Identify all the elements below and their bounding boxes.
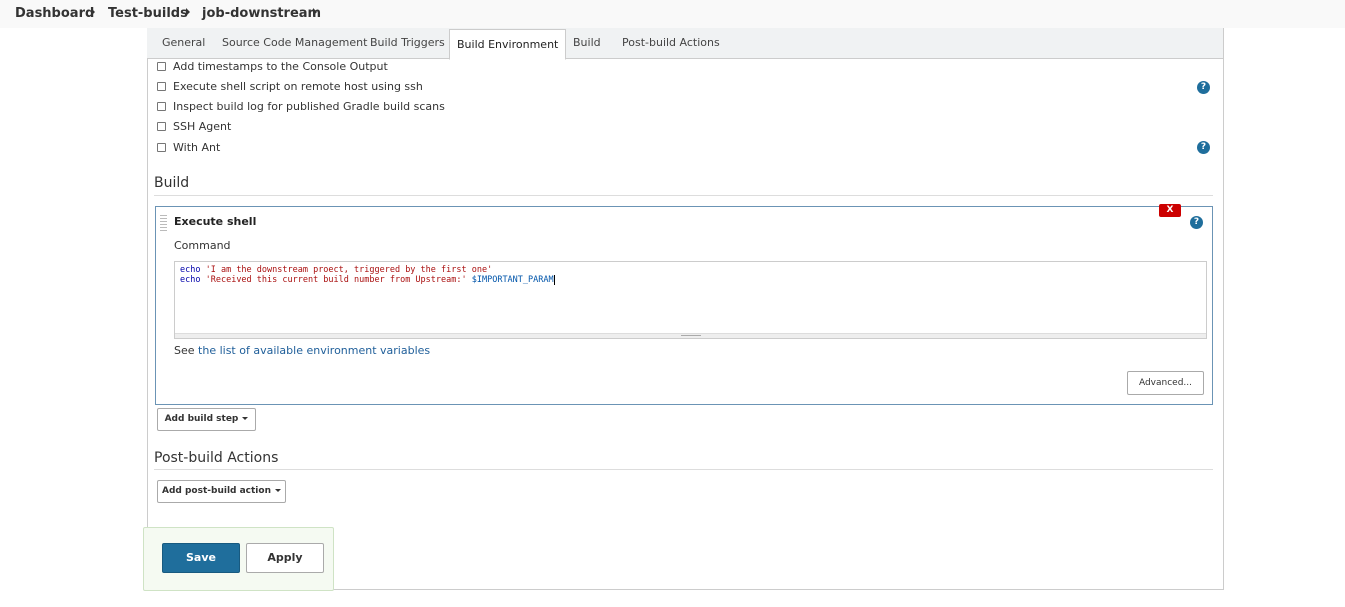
save-button[interactable]: Save [162, 543, 240, 573]
post-build-section-divider [154, 469, 1213, 470]
breadcrumb: Dashboard Test-builds job-downstream [0, 0, 1345, 28]
code-string: 'Received this current build number from… [205, 275, 467, 285]
tab-general[interactable]: General [162, 28, 205, 58]
add-build-step-label: Add build step [164, 414, 239, 424]
build-section-title: Build [154, 175, 190, 191]
ssh-agent-checkbox[interactable] [157, 122, 166, 131]
step-title: Execute shell [174, 215, 257, 228]
remote-ssh-checkbox[interactable] [157, 82, 166, 91]
post-build-section-title: Post-build Actions [154, 450, 279, 466]
caret-down-icon [242, 417, 249, 420]
help-with-ant-icon[interactable]: ? [1197, 141, 1210, 154]
env-vars-link[interactable]: the list of available environment variab… [198, 344, 430, 357]
tab-build[interactable]: Build [573, 28, 601, 58]
breadcrumb-job-downstream[interactable]: job-downstream [202, 6, 321, 21]
advanced-button[interactable]: Advanced... [1127, 371, 1204, 395]
env-vars-prefix: See [174, 344, 195, 357]
with-ant-label[interactable]: With Ant [173, 141, 220, 154]
timestamps-checkbox[interactable] [157, 62, 166, 71]
env-vars-hint: See the list of available environment va… [174, 344, 430, 357]
help-execute-shell-icon[interactable]: ? [1190, 216, 1203, 229]
breadcrumb-dashboard[interactable]: Dashboard [15, 6, 94, 21]
config-tabs: General Source Code Management Build Tri… [147, 28, 1223, 60]
caret-down-icon [274, 489, 281, 492]
tab-post-build-actions[interactable]: Post-build Actions [622, 28, 720, 58]
remote-ssh-label[interactable]: Execute shell script on remote host usin… [173, 80, 423, 93]
breadcrumb-separator-icon[interactable] [91, 8, 95, 16]
drag-handle-icon[interactable] [160, 215, 167, 233]
text-cursor [553, 275, 555, 285]
code-string: 'I am the downstream proect, triggered b… [205, 265, 493, 275]
tab-source-code-management[interactable]: Source Code Management [222, 28, 367, 58]
add-build-step-button[interactable]: Add build step [157, 408, 256, 431]
tab-build-environment[interactable]: Build Environment [449, 29, 567, 60]
command-editor[interactable]: echo 'I am the downstream proect, trigge… [174, 261, 1207, 339]
code-keyword: echo [180, 275, 201, 285]
resize-grip-icon [681, 335, 701, 336]
code-keyword: echo [180, 265, 201, 275]
ssh-agent-label[interactable]: SSH Agent [173, 120, 231, 133]
apply-button[interactable]: Apply [246, 543, 324, 573]
help-remote-ssh-icon[interactable]: ? [1197, 81, 1210, 94]
breadcrumb-separator-icon[interactable] [313, 8, 317, 16]
breadcrumb-separator-icon[interactable] [186, 8, 190, 16]
command-label: Command [174, 239, 231, 252]
code-variable: $IMPORTANT_PARAM [471, 275, 554, 285]
with-ant-checkbox[interactable] [157, 143, 166, 152]
delete-step-button[interactable]: X [1159, 204, 1181, 217]
timestamps-label[interactable]: Add timestamps to the Console Output [173, 60, 388, 73]
gradle-scans-checkbox[interactable] [157, 102, 166, 111]
breadcrumb-test-builds[interactable]: Test-builds [108, 6, 188, 21]
add-post-build-action-label: Add post-build action [162, 486, 271, 496]
editor-resize-handle[interactable] [175, 333, 1206, 338]
command-code[interactable]: echo 'I am the downstream proect, trigge… [180, 265, 555, 285]
build-section-divider [154, 195, 1213, 196]
add-post-build-action-button[interactable]: Add post-build action [157, 480, 286, 503]
tab-build-triggers[interactable]: Build Triggers [370, 28, 445, 58]
gradle-scans-label[interactable]: Inspect build log for published Gradle b… [173, 100, 445, 113]
